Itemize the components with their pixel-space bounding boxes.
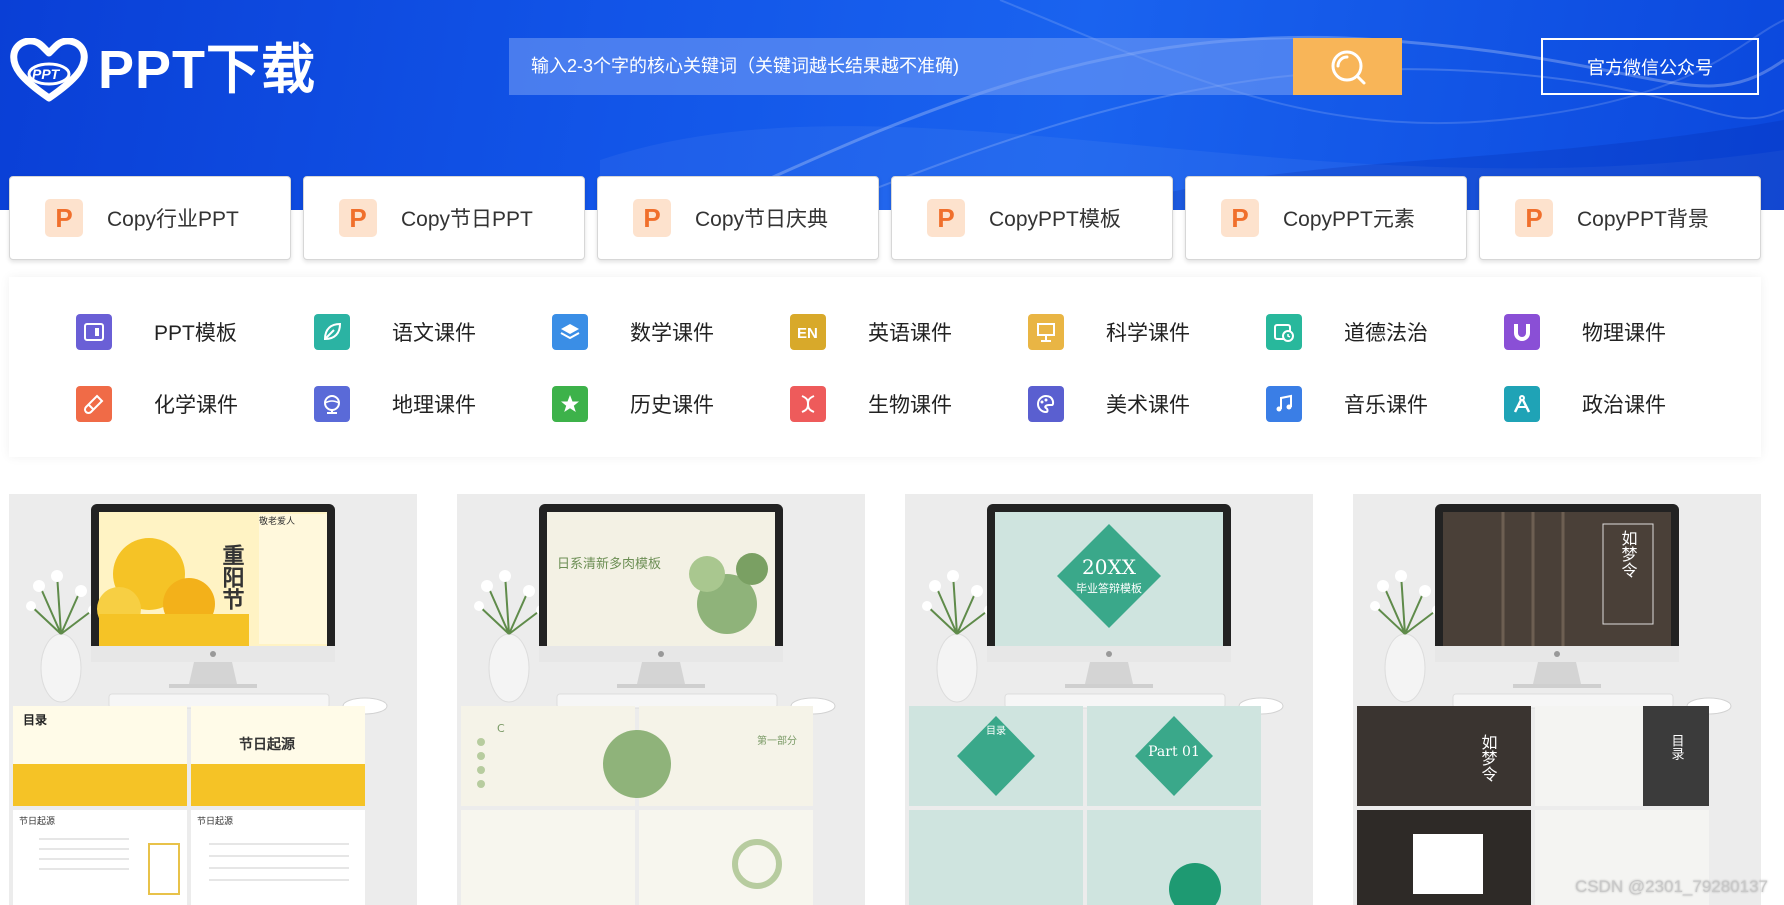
- layers-icon: [552, 314, 588, 350]
- subject-chemistry[interactable]: 化学课件: [76, 384, 238, 424]
- search-icon: [1331, 50, 1365, 84]
- template-card[interactable]: 20XX 毕业答辩模板 目录 Part 01: [905, 494, 1313, 905]
- subject-physics[interactable]: 物理课件: [1504, 312, 1666, 352]
- music-note-icon: [1266, 386, 1302, 422]
- site-logo[interactable]: PPT PPT下载: [10, 37, 317, 102]
- logo-mark-text: PPT: [32, 66, 60, 82]
- ppt-p-icon: P: [1515, 199, 1553, 237]
- tab-holiday-celebration[interactable]: P Copy节日庆典: [597, 176, 879, 260]
- search-input[interactable]: [509, 38, 1293, 95]
- ppt-p-icon: P: [45, 199, 83, 237]
- subject-art[interactable]: 美术课件: [1028, 384, 1190, 424]
- slide-label: 目录: [1669, 734, 1685, 760]
- subject-science[interactable]: 科学课件: [1028, 312, 1190, 352]
- search-button[interactable]: [1293, 38, 1402, 95]
- subject-label: 科学课件: [1106, 322, 1190, 345]
- ppt-p-icon: P: [339, 199, 377, 237]
- subject-label: 英语课件: [868, 322, 952, 345]
- ppt-p-icon: P: [1221, 199, 1259, 237]
- slide-label: 第一部分: [757, 734, 797, 747]
- subject-label: 物理课件: [1582, 322, 1666, 345]
- card-subtitle: 敬老爱人: [259, 515, 295, 527]
- svg-text:EN: EN: [797, 325, 818, 342]
- template-preview-image: 日系清新多肉模板 C 第一部分: [457, 494, 865, 905]
- ppt-p-icon: P: [927, 199, 965, 237]
- slide-label: 节日起源: [239, 736, 295, 753]
- subject-label: 道德法治: [1344, 322, 1428, 345]
- tab-label: Copy节日PPT: [401, 208, 533, 231]
- subject-math[interactable]: 数学课件: [552, 312, 714, 352]
- tab-ppt-background[interactable]: P CopyPPT背景: [1479, 176, 1761, 260]
- slide-label: 如梦令: [1479, 734, 1498, 782]
- card-title: 重阳节: [219, 544, 245, 611]
- subject-label: 音乐课件: [1344, 394, 1428, 417]
- subject-label: 美术课件: [1106, 394, 1190, 417]
- slide-label: 节日起源: [197, 816, 233, 827]
- star-icon: [552, 386, 588, 422]
- wechat-account-button[interactable]: 官方微信公众号: [1541, 38, 1759, 95]
- subject-english[interactable]: EN 英语课件: [790, 312, 952, 352]
- tab-ppt-template[interactable]: P CopyPPT模板: [891, 176, 1173, 260]
- card-subtitle: 毕业答辩模板: [1076, 581, 1142, 595]
- card-title: 20XX: [1082, 555, 1137, 579]
- subject-label: 地理课件: [392, 394, 476, 417]
- subject-label: 语文课件: [392, 322, 476, 345]
- watermark-text: CSDN @2301_79280137: [1574, 877, 1768, 896]
- template-preview-image: 20XX 毕业答辩模板 目录 Part 01: [905, 494, 1313, 905]
- subject-history[interactable]: 历史课件: [552, 384, 714, 424]
- slide-label: 目录: [23, 713, 47, 727]
- subject-label: 生物课件: [868, 394, 952, 417]
- template-preview-image: 如梦令 如梦令 目录: [1353, 494, 1761, 905]
- ppt-template-icon: [76, 314, 112, 350]
- test-tube-icon: [76, 386, 112, 422]
- easel-icon: [1028, 314, 1064, 350]
- slide-label: 目录: [986, 725, 1006, 737]
- palette-icon: [1028, 386, 1064, 422]
- tab-ppt-elements[interactable]: P CopyPPT元素: [1185, 176, 1467, 260]
- logo-text: PPT下载: [98, 40, 317, 100]
- template-card[interactable]: 日系清新多肉模板 C 第一部分: [457, 494, 865, 905]
- heart-logo-icon: PPT: [10, 37, 88, 102]
- slide-label: 节日起源: [19, 816, 55, 827]
- subject-music[interactable]: 音乐课件: [1266, 384, 1428, 424]
- card-title: 日系清新多肉模板: [557, 556, 661, 572]
- subject-label: 历史课件: [630, 394, 714, 417]
- subject-geography[interactable]: 地理课件: [314, 384, 476, 424]
- tab-label: CopyPPT模板: [989, 208, 1121, 231]
- ppt-p-icon: P: [633, 199, 671, 237]
- calendar-clock-icon: [1266, 314, 1302, 350]
- slide-label: C: [497, 722, 505, 735]
- tab-industry-ppt[interactable]: P Copy行业PPT: [9, 176, 291, 260]
- slide-label: Part 01: [1148, 744, 1200, 760]
- subject-chinese[interactable]: 语文课件: [314, 312, 476, 352]
- subject-politics[interactable]: 政治课件: [1504, 384, 1666, 424]
- template-card[interactable]: 重阳节 敬老爱人 目录 节日起源 节日起源 节日起源: [9, 494, 417, 905]
- card-title: 如梦令: [1619, 530, 1638, 578]
- subject-grid: PPT模板 语文课件 数学课件 EN 英语课件 科学课件 道德法治 物理课件 化…: [9, 277, 1761, 457]
- tab-holiday-ppt[interactable]: P Copy节日PPT: [303, 176, 585, 260]
- subject-ppt-template[interactable]: PPT模板: [76, 312, 237, 352]
- template-preview-image: 重阳节 敬老爱人 目录 节日起源 节日起源 节日起源: [9, 494, 417, 905]
- category-tabs: P Copy行业PPT P Copy节日PPT P Copy节日庆典 P Cop…: [9, 176, 1761, 260]
- subject-label: 化学课件: [154, 394, 238, 417]
- subject-label: 政治课件: [1582, 394, 1666, 417]
- template-card[interactable]: 如梦令 如梦令 目录: [1353, 494, 1761, 905]
- globe-icon: [314, 386, 350, 422]
- compass-icon: [1504, 386, 1540, 422]
- leaf-icon: [314, 314, 350, 350]
- tab-label: Copy节日庆典: [695, 208, 829, 231]
- subject-biology[interactable]: 生物课件: [790, 384, 952, 424]
- en-icon: EN: [790, 314, 826, 350]
- subject-label: 数学课件: [630, 322, 714, 345]
- tab-label: Copy行业PPT: [107, 208, 239, 231]
- subject-label: PPT模板: [154, 322, 237, 345]
- search-bar: [509, 38, 1402, 95]
- dna-icon: [790, 386, 826, 422]
- tab-label: CopyPPT元素: [1283, 208, 1415, 231]
- tab-label: CopyPPT背景: [1577, 208, 1709, 231]
- template-card-list: 重阳节 敬老爱人 目录 节日起源 节日起源 节日起源 日系清新多肉模板 C 第一…: [9, 494, 1761, 905]
- magnet-icon: [1504, 314, 1540, 350]
- subject-morality-law[interactable]: 道德法治: [1266, 312, 1428, 352]
